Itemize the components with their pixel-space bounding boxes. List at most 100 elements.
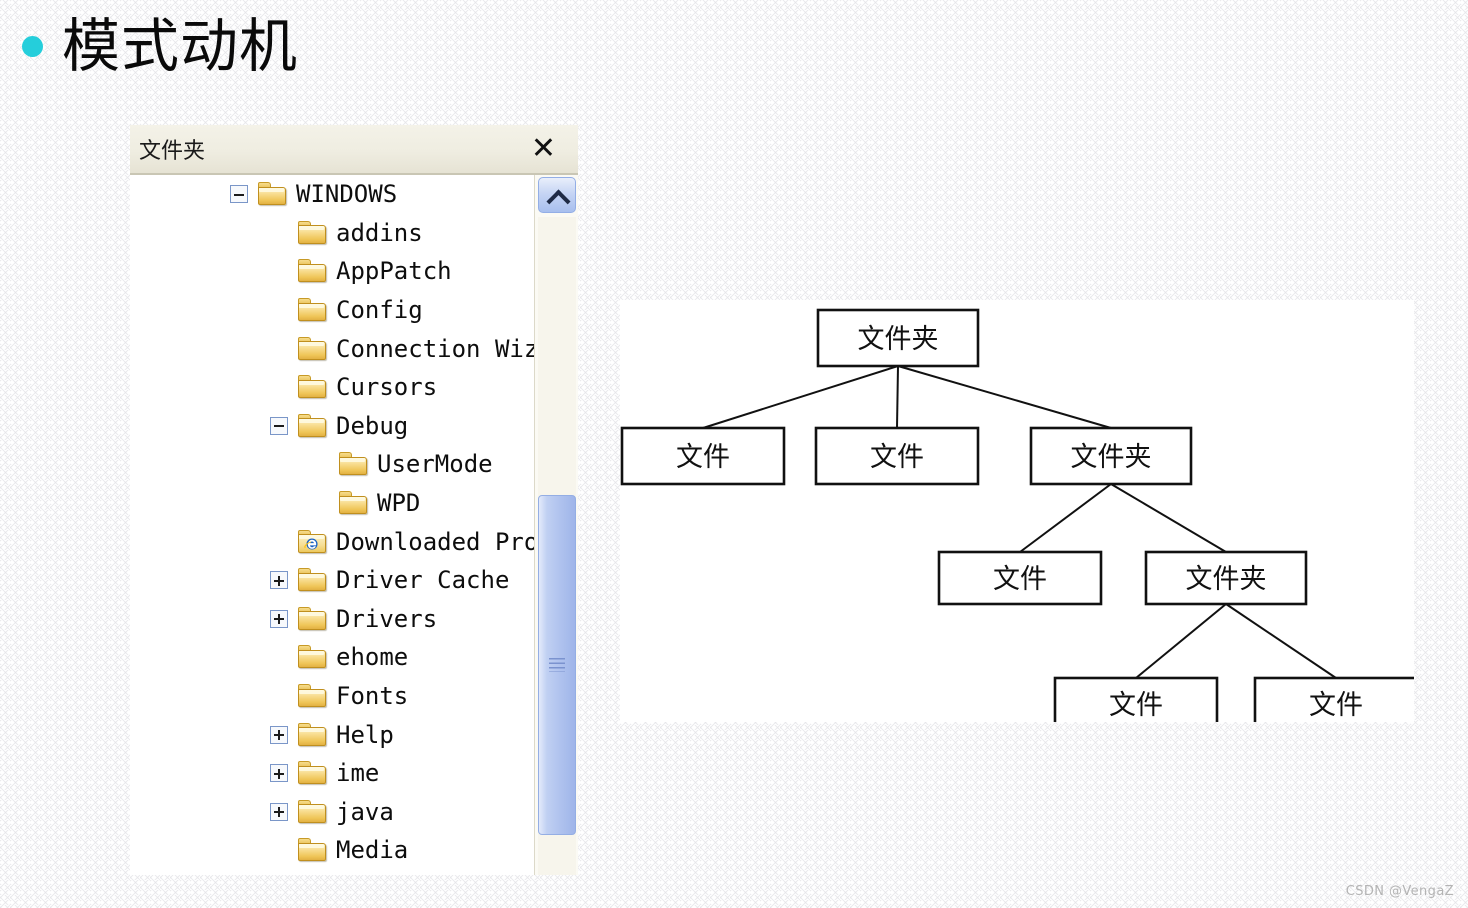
internet-explorer-folder-icon — [298, 529, 327, 554]
tree-row[interactable]: Help — [130, 715, 534, 754]
diagram-node: 文件夹 — [1144, 550, 1308, 606]
internet-explorer-icon — [304, 538, 318, 550]
folder-icon — [298, 684, 327, 708]
diagram-edge — [896, 365, 899, 429]
tree-row[interactable]: Drivers — [130, 600, 534, 639]
slide-title-row: 模式动机 — [22, 12, 298, 80]
folder-icon — [298, 568, 327, 592]
expand-plus-icon[interactable] — [270, 609, 288, 628]
scrollbar-thumb[interactable] — [538, 495, 576, 835]
folder-icon — [298, 336, 327, 361]
tree-row[interactable]: ime — [130, 754, 534, 793]
diagram-node-label: 文件 — [870, 442, 924, 473]
explorer-title: 文件夹 — [139, 139, 206, 164]
tree-row-label: Driver Cache — [336, 566, 510, 595]
tree-row-label: addins — [336, 218, 423, 247]
expand-plus-icon[interactable] — [270, 725, 288, 744]
diagram-node-label: 文件夹 — [1071, 442, 1152, 473]
vertical-scrollbar[interactable] — [534, 175, 578, 875]
tree-row[interactable]: addins — [130, 214, 534, 253]
tree-row-label: Downloaded Pro — [336, 527, 534, 556]
watermark: CSDN @VengaZ — [1345, 884, 1454, 899]
diagram-node-label: 文件 — [993, 564, 1047, 595]
diagram-edge — [1019, 483, 1112, 553]
expander-spacer — [270, 378, 288, 396]
diagram-edge — [1225, 603, 1337, 679]
expander-spacer — [270, 301, 288, 319]
expander-spacer — [270, 687, 288, 705]
tree-row[interactable]: WPD — [130, 484, 534, 523]
folder-structure-diagram: 文件夹 文件 文件 文件夹 文件 文件夹 文件 文件 — [620, 300, 1414, 722]
tree-row-label: Media — [336, 836, 409, 865]
tree-row-label: Fonts — [336, 682, 409, 711]
folder-icon — [298, 722, 327, 747]
folder-icon — [298, 838, 327, 862]
diagram-node-label: 文件 — [676, 442, 730, 473]
folder-icon — [298, 645, 327, 669]
tree-row-label: java — [336, 797, 394, 826]
tree-row[interactable]: ehome — [130, 638, 534, 677]
folder-icon — [298, 220, 327, 245]
tree-row-label: WPD — [377, 489, 421, 518]
tree-row[interactable]: Config — [130, 291, 534, 330]
expand-plus-icon[interactable] — [270, 764, 288, 783]
tree-row[interactable]: Fonts — [130, 677, 534, 716]
tree-row[interactable]: Driver Cache — [130, 561, 534, 600]
tree-row[interactable]: Downloaded Pro — [130, 522, 534, 561]
tree-row[interactable]: UserMode — [130, 445, 534, 484]
diagram-node: 文件夹 — [816, 308, 980, 368]
explorer-header: 文件夹 ✕ — [130, 125, 578, 175]
tree-row-label: AppPatch — [336, 257, 452, 286]
tree-row[interactable]: Media — [130, 831, 534, 870]
diagram-node: 文件 — [1253, 676, 1414, 722]
folder-icon — [298, 259, 327, 283]
collapse-minus-icon[interactable] — [270, 416, 288, 435]
tree-row[interactable]: Connection Wiz — [130, 329, 534, 368]
diagram-node-label: 文件 — [1109, 690, 1163, 721]
diagram-node: 文件夹 — [1029, 426, 1193, 486]
diagram-node-label: 文件夹 — [1186, 564, 1267, 595]
folder-explorer-panel: 文件夹 ✕ WINDOWS addins AppPatch Config Connect… — [130, 125, 578, 875]
diagram-node: 文件 — [937, 550, 1103, 606]
folder-icon — [298, 413, 327, 438]
bullet-icon — [22, 35, 43, 57]
tree-row-label: ehome — [336, 643, 409, 672]
diagram-nodes: 文件夹文件 文件 文件夹文件 文件夹文件 文件 — [620, 308, 1414, 722]
tree-row-label: Config — [336, 296, 423, 325]
diagram-node: 文件 — [814, 426, 980, 486]
tree-row-label: UserMode — [377, 450, 493, 479]
diagram-node-label: 文件 — [1309, 690, 1363, 721]
tree-row[interactable]: java — [130, 793, 534, 832]
tree-row-label: Help — [336, 720, 394, 749]
tree-row[interactable]: AppPatch — [130, 252, 534, 291]
tree-row[interactable]: WINDOWS — [130, 175, 534, 214]
expand-plus-icon[interactable] — [270, 571, 288, 590]
expander-spacer — [270, 648, 288, 666]
folder-icon — [258, 182, 287, 206]
collapse-minus-icon[interactable] — [230, 185, 248, 204]
expander-spacer — [270, 841, 288, 859]
expander-spacer — [270, 533, 288, 551]
folder-tree[interactable]: WINDOWS addins AppPatch Config Connection Wi… — [130, 175, 534, 875]
diagram-edge — [1110, 483, 1227, 553]
tree-row-label: Connection Wiz — [336, 334, 534, 363]
diagram-edge — [897, 365, 1112, 429]
expander-spacer — [311, 455, 329, 473]
folder-icon — [298, 375, 327, 399]
tree-row-label: Drivers — [336, 604, 438, 633]
folder-icon — [339, 452, 368, 476]
tree-row[interactable]: Cursors — [130, 368, 534, 407]
expand-plus-icon[interactable] — [270, 802, 288, 821]
page-title: 模式动机 — [62, 12, 299, 80]
tree-row-label: Cursors — [336, 373, 438, 402]
diagram-node-label: 文件夹 — [858, 324, 939, 355]
tree-row-label: Debug — [336, 411, 409, 440]
folder-icon — [298, 761, 327, 785]
close-icon[interactable]: ✕ — [531, 134, 556, 164]
folder-icon — [298, 606, 327, 631]
diagram-node: 文件 — [620, 426, 786, 486]
grip-lines-icon — [549, 658, 565, 672]
chevron-up-icon[interactable] — [538, 177, 576, 213]
diagram-edges — [702, 365, 1337, 679]
tree-row[interactable]: Debug — [130, 407, 534, 446]
